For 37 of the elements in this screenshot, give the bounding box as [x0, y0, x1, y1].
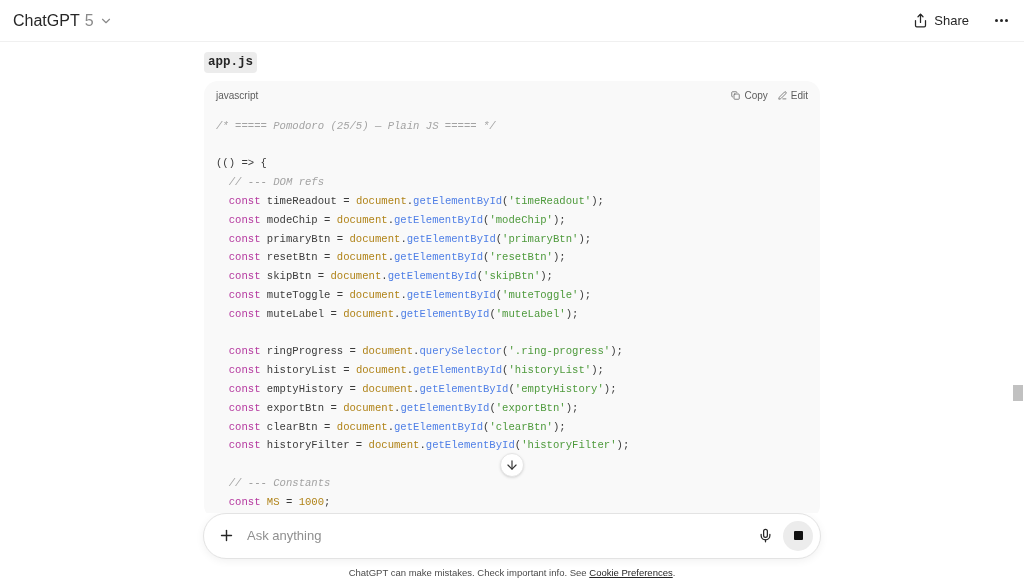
code-line: const exportBtn = document.getElementById('exportBtn');	[227, 400, 579, 416]
cookie-preferences-link[interactable]: Cookie Preferences	[589, 566, 673, 578]
share-icon	[913, 13, 929, 28]
code-line: // --- Constants	[227, 475, 331, 491]
code-line: const MS = 1000;	[227, 494, 331, 510]
code-line: // --- DOM refs	[227, 175, 325, 191]
microphone-icon	[758, 528, 773, 544]
edit-button[interactable]: Edit	[777, 88, 808, 104]
more-icon	[995, 19, 1008, 22]
copy-button[interactable]: Copy	[731, 88, 768, 104]
code-line: const clearBtn = document.getElementById('clearBtn');	[227, 419, 566, 435]
code-line: const emptyHistory = document.getElementById('emptyHistory');	[227, 381, 617, 397]
scrollbar-thumb[interactable]	[1013, 385, 1023, 401]
code-line: const historyList = document.getElementById('historyList');	[227, 363, 604, 379]
microphone-button[interactable]	[758, 528, 773, 544]
stop-button[interactable]	[783, 520, 813, 551]
code-line: const historyFilter = document.getElementById('historyFilter');	[227, 438, 630, 454]
file-name: app.js	[204, 52, 257, 73]
model-selector[interactable]: ChatGPT 5	[13, 8, 113, 33]
language-label: javascript	[216, 89, 259, 104]
code-line: const skipBtn = document.getElementById('skipBtn');	[227, 269, 553, 285]
code-line: const primaryBtn = document.getElementById('primaryBtn');	[227, 231, 592, 247]
message-input[interactable]: Ask anything	[247, 526, 758, 546]
code-line: const resetBtn = document.getElementById('resetBtn');	[227, 250, 566, 266]
code-line: const muteLabel = document.getElementById('muteLabel');	[227, 306, 579, 322]
disclaimer-text: ChatGPT can make mistakes. Check important info. See Cookie Preferences.	[348, 565, 676, 580]
stop-icon	[793, 531, 803, 541]
code-line: const modeChip = document.getElementById('modeChip');	[227, 212, 566, 228]
code-line: const muteToggle = document.getElementById('muteToggle');	[227, 287, 592, 303]
code-line: /* ===== Pomodoro (25/5) — Plain JS ===== */	[216, 118, 496, 134]
pencil-icon	[777, 91, 787, 101]
code-line: (() => {	[216, 156, 267, 172]
message-composer[interactable]: Ask anything	[203, 512, 821, 559]
share-button[interactable]: Share	[909, 6, 973, 35]
code-line: const timeReadout = document.getElementById('timeReadout');	[227, 193, 604, 209]
copy-icon	[731, 91, 741, 101]
code-line: const ringProgress = document.querySelector('.ring-progress');	[227, 344, 623, 360]
